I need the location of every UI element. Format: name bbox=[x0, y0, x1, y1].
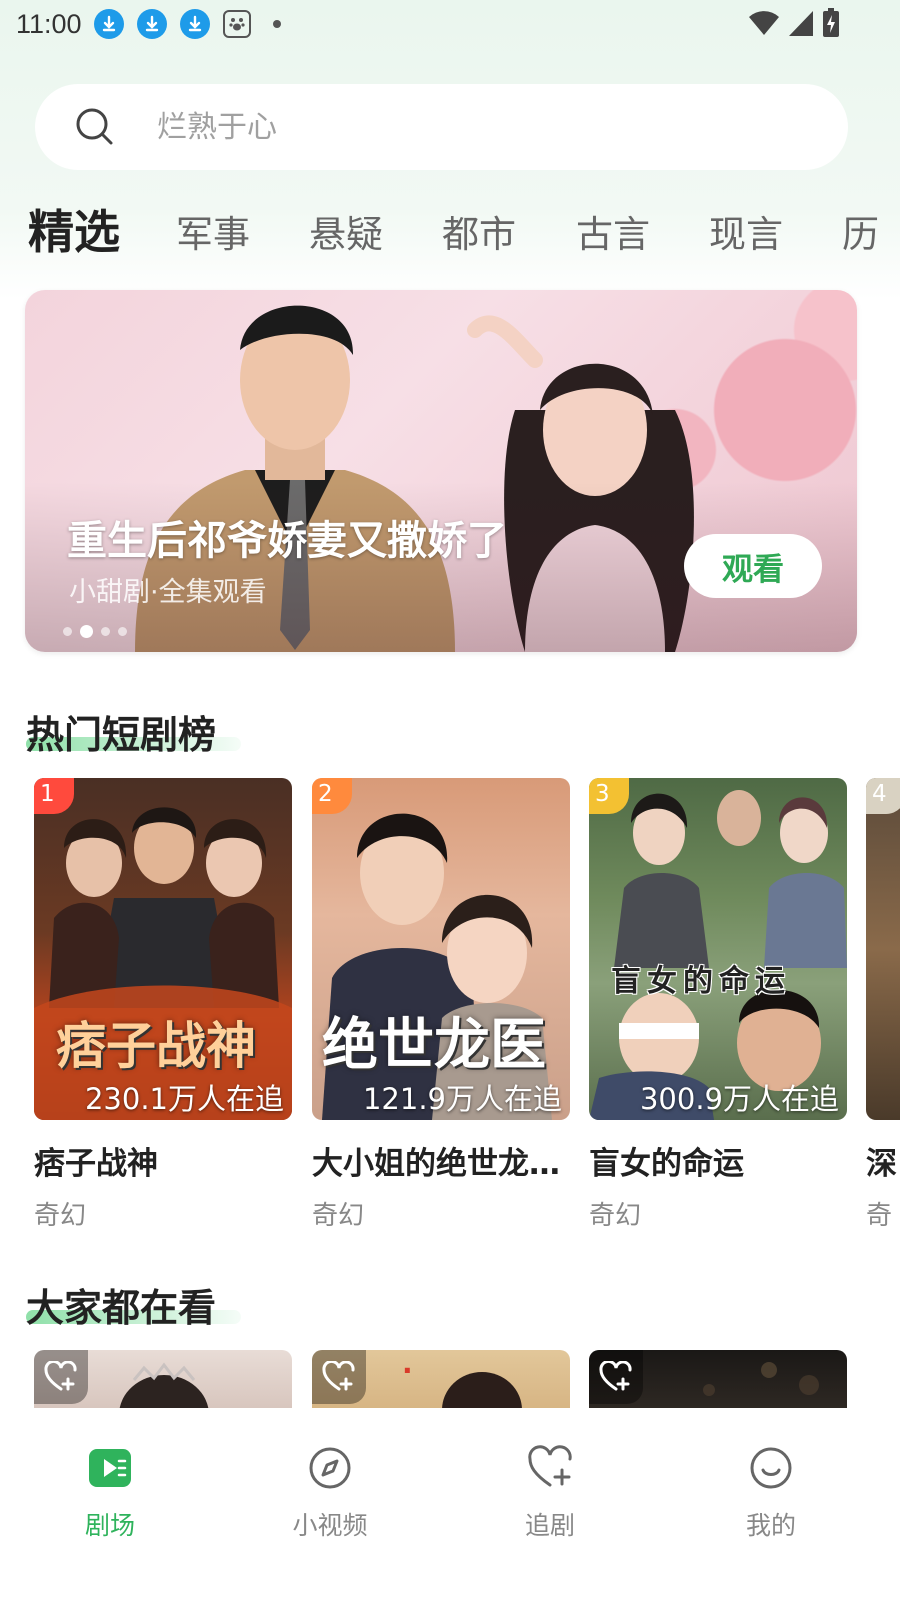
nav-label: 我的 bbox=[745, 1511, 796, 1540]
drama-card[interactable]: 盲女的命运 3 300.9万人在追 盲女的命运 奇幻 bbox=[589, 778, 847, 1232]
nav-follow[interactable]: 追剧 bbox=[480, 1444, 620, 1542]
drama-card[interactable]: 痞子战神 1 230.1万人在追 痞子战神 奇幻 bbox=[34, 778, 292, 1232]
nav-short-video[interactable]: 小视频 bbox=[260, 1444, 400, 1542]
poster-art-image bbox=[589, 790, 847, 1120]
drama-poster[interactable]: 痞子战神 1 230.1万人在追 bbox=[34, 778, 292, 1120]
battery-charging-icon bbox=[823, 8, 839, 37]
follower-count: 300.9万人在追 bbox=[639, 1082, 839, 1116]
tab-featured[interactable]: 精选 bbox=[28, 200, 120, 264]
status-bar: 11:00 bbox=[0, 0, 900, 48]
follower-count: 121.9万人在追 bbox=[362, 1082, 562, 1116]
heart-plus-icon bbox=[599, 1361, 632, 1391]
nav-label: 追剧 bbox=[524, 1511, 575, 1540]
drama-card-partial-clip: 4 深 奇 bbox=[866, 778, 900, 1248]
tab-history[interactable]: 历 bbox=[842, 203, 879, 267]
follow-button[interactable] bbox=[589, 1350, 643, 1404]
search-bar[interactable] bbox=[35, 84, 848, 170]
signal-icon bbox=[789, 11, 813, 36]
status-indicators bbox=[748, 8, 840, 38]
drama-title[interactable]: 痞子战神 bbox=[34, 1138, 292, 1183]
poster-title-art: 绝世龙医 bbox=[322, 1013, 546, 1078]
watching-card[interactable] bbox=[34, 1350, 292, 1408]
download-icon bbox=[93, 9, 124, 39]
tab-modern-romance[interactable]: 现言 bbox=[709, 203, 783, 267]
download-icon bbox=[136, 9, 167, 39]
poster-title-art: 痞子战神 bbox=[56, 1017, 256, 1075]
pagination-dot[interactable] bbox=[118, 627, 127, 636]
follow-button[interactable] bbox=[312, 1350, 366, 1404]
smile-icon bbox=[750, 1447, 792, 1489]
hot-dramas-title: 热门短剧榜 bbox=[26, 713, 217, 757]
drama-genre: 奇 bbox=[866, 1201, 893, 1231]
drama-genre: 奇幻 bbox=[312, 1201, 365, 1231]
poster-title-art: 盲女的命运 bbox=[611, 964, 791, 999]
follow-button[interactable] bbox=[34, 1350, 88, 1404]
drama-genre: 奇幻 bbox=[589, 1201, 642, 1231]
heart-plus-icon bbox=[528, 1445, 572, 1487]
download-icon bbox=[179, 9, 210, 39]
banner-title: 重生后祁爷娇妻又撒娇了 bbox=[67, 518, 507, 564]
search-input[interactable] bbox=[157, 109, 757, 145]
search-icon bbox=[76, 108, 113, 145]
theater-icon bbox=[89, 1449, 131, 1487]
rank-badge: 4 bbox=[866, 778, 900, 814]
tab-urban[interactable]: 都市 bbox=[442, 203, 516, 267]
heart-plus-icon bbox=[322, 1361, 355, 1391]
watch-button[interactable]: 观看 bbox=[684, 534, 822, 598]
tab-suspense[interactable]: 悬疑 bbox=[309, 203, 383, 267]
compass-icon bbox=[309, 1447, 351, 1489]
baidu-paw-icon bbox=[222, 10, 251, 38]
heart-plus-icon bbox=[44, 1361, 77, 1391]
watching-card[interactable]: · bbox=[312, 1350, 570, 1408]
drama-card[interactable]: 绝世龙医 2 121.9万人在追 大小姐的绝世龙… 奇幻 bbox=[312, 778, 570, 1232]
drama-title[interactable]: 盲女的命运 bbox=[589, 1138, 847, 1183]
nav-theater[interactable]: 剧场 bbox=[40, 1444, 180, 1542]
drama-title[interactable]: 深 bbox=[866, 1138, 900, 1183]
nav-profile[interactable]: 我的 bbox=[701, 1444, 841, 1542]
bottom-navigation: 剧场 小视频 追剧 我的 bbox=[0, 1408, 900, 1600]
pagination-dot-active[interactable] bbox=[80, 625, 93, 638]
tab-military[interactable]: 军事 bbox=[176, 203, 250, 267]
banner-pagination bbox=[63, 625, 127, 638]
nav-label: 小视频 bbox=[292, 1511, 368, 1540]
nav-label: 剧场 bbox=[84, 1511, 135, 1540]
watching-card[interactable] bbox=[589, 1350, 847, 1408]
everyone-watching-title: 大家都在看 bbox=[26, 1286, 217, 1330]
drama-poster[interactable]: 盲女的命运 3 300.9万人在追 bbox=[589, 778, 847, 1120]
drama-poster[interactable]: 绝世龙医 2 121.9万人在追 bbox=[312, 778, 570, 1120]
tab-ancient-romance[interactable]: 古言 bbox=[576, 203, 650, 267]
drama-card[interactable]: 4 深 奇 bbox=[866, 778, 900, 1232]
poster-art-image bbox=[119, 1362, 209, 1408]
poster-art-image: · bbox=[402, 1354, 522, 1408]
drama-poster[interactable]: 4 bbox=[866, 778, 900, 1120]
category-tabs: 精选 军事 悬疑 都市 古言 现言 历 bbox=[0, 200, 900, 270]
featured-banner[interactable]: 重生后祁爷娇妻又撒娇了 小甜剧·全集观看 观看 bbox=[25, 290, 857, 652]
svg-text:·: · bbox=[402, 1354, 413, 1387]
pagination-dot[interactable] bbox=[101, 627, 110, 636]
drama-title[interactable]: 大小姐的绝世龙… bbox=[312, 1138, 570, 1183]
wifi-icon bbox=[749, 11, 779, 36]
pagination-dot[interactable] bbox=[63, 627, 72, 636]
banner-subtitle: 小甜剧·全集观看 bbox=[69, 577, 267, 608]
status-time: 11:00 bbox=[16, 8, 82, 39]
drama-genre: 奇幻 bbox=[34, 1201, 87, 1231]
follower-count: 230.1万人在追 bbox=[84, 1082, 284, 1116]
notification-dot-icon bbox=[272, 20, 281, 28]
